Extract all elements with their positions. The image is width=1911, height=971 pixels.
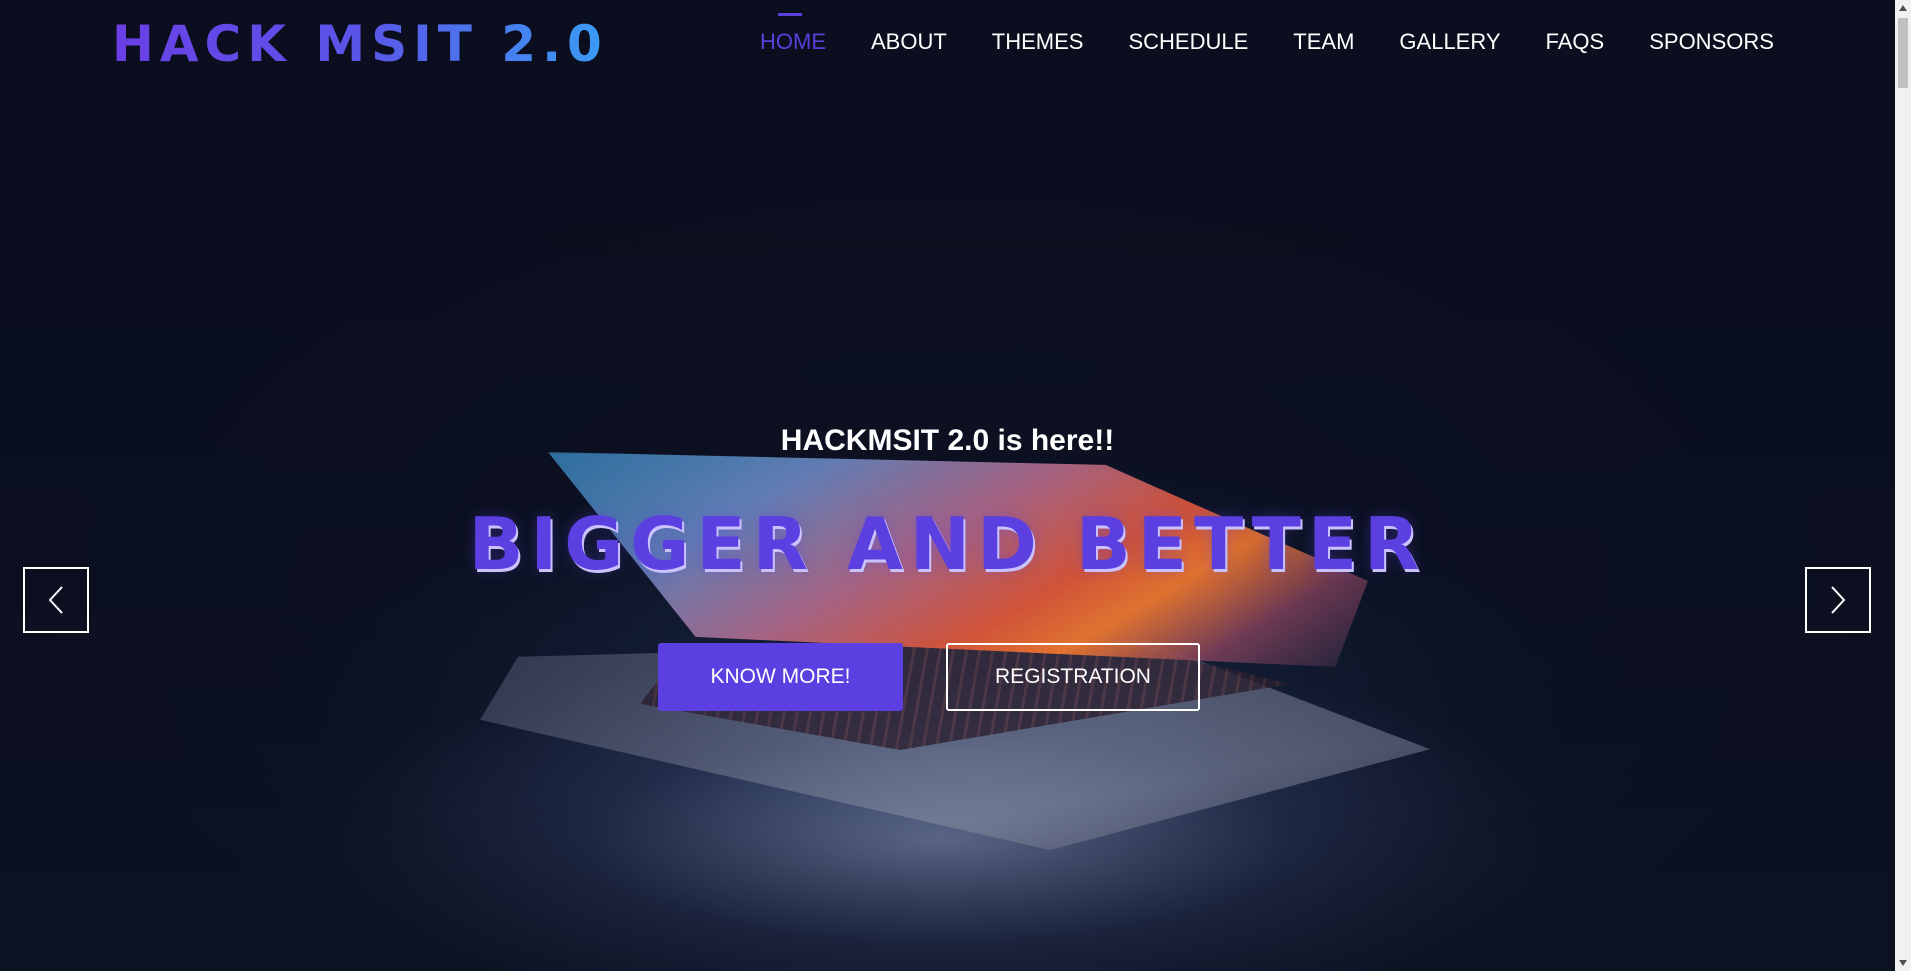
scroll-down-icon <box>1899 960 1907 966</box>
carousel-prev-button[interactable] <box>23 567 89 633</box>
carousel-next-button[interactable] <box>1805 567 1871 633</box>
site-logo[interactable]: HACK MSIT 2.0 <box>112 14 608 74</box>
scroll-up-icon <box>1899 5 1907 11</box>
scroll-down-button[interactable] <box>1895 955 1911 971</box>
nav-about[interactable]: ABOUT <box>871 24 947 60</box>
nav-gallery[interactable]: GALLERY <box>1399 24 1500 60</box>
nav-sponsors[interactable]: SPONSORS <box>1649 24 1774 60</box>
hero-subtitle: HACKMSIT 2.0 is here!! <box>780 424 1115 457</box>
nav-faqs[interactable]: FAQS <box>1546 24 1605 60</box>
nav-home[interactable]: HOME <box>760 13 826 60</box>
nav-themes[interactable]: THEMES <box>992 24 1084 60</box>
nav-team[interactable]: TEAM <box>1293 24 1354 60</box>
registration-button[interactable]: REGISTRATION <box>946 643 1200 711</box>
main-nav: HOME ABOUT THEMES SCHEDULE TEAM GALLERY … <box>760 13 1774 60</box>
nav-schedule[interactable]: SCHEDULE <box>1128 24 1248 60</box>
know-more-button[interactable]: KNOW MORE! <box>658 643 903 711</box>
scroll-up-button[interactable] <box>1895 0 1911 16</box>
hero-section: HACK MSIT 2.0 HOME ABOUT THEMES SCHEDULE… <box>0 0 1895 971</box>
chevron-left-icon <box>48 586 63 614</box>
chevron-right-icon <box>1831 586 1846 614</box>
hero-title: BIGGER AND BETTER <box>468 502 1427 586</box>
scrollbar-thumb[interactable] <box>1898 18 1908 88</box>
page-scrollbar[interactable] <box>1895 0 1911 971</box>
hero-overlay <box>0 0 1895 971</box>
